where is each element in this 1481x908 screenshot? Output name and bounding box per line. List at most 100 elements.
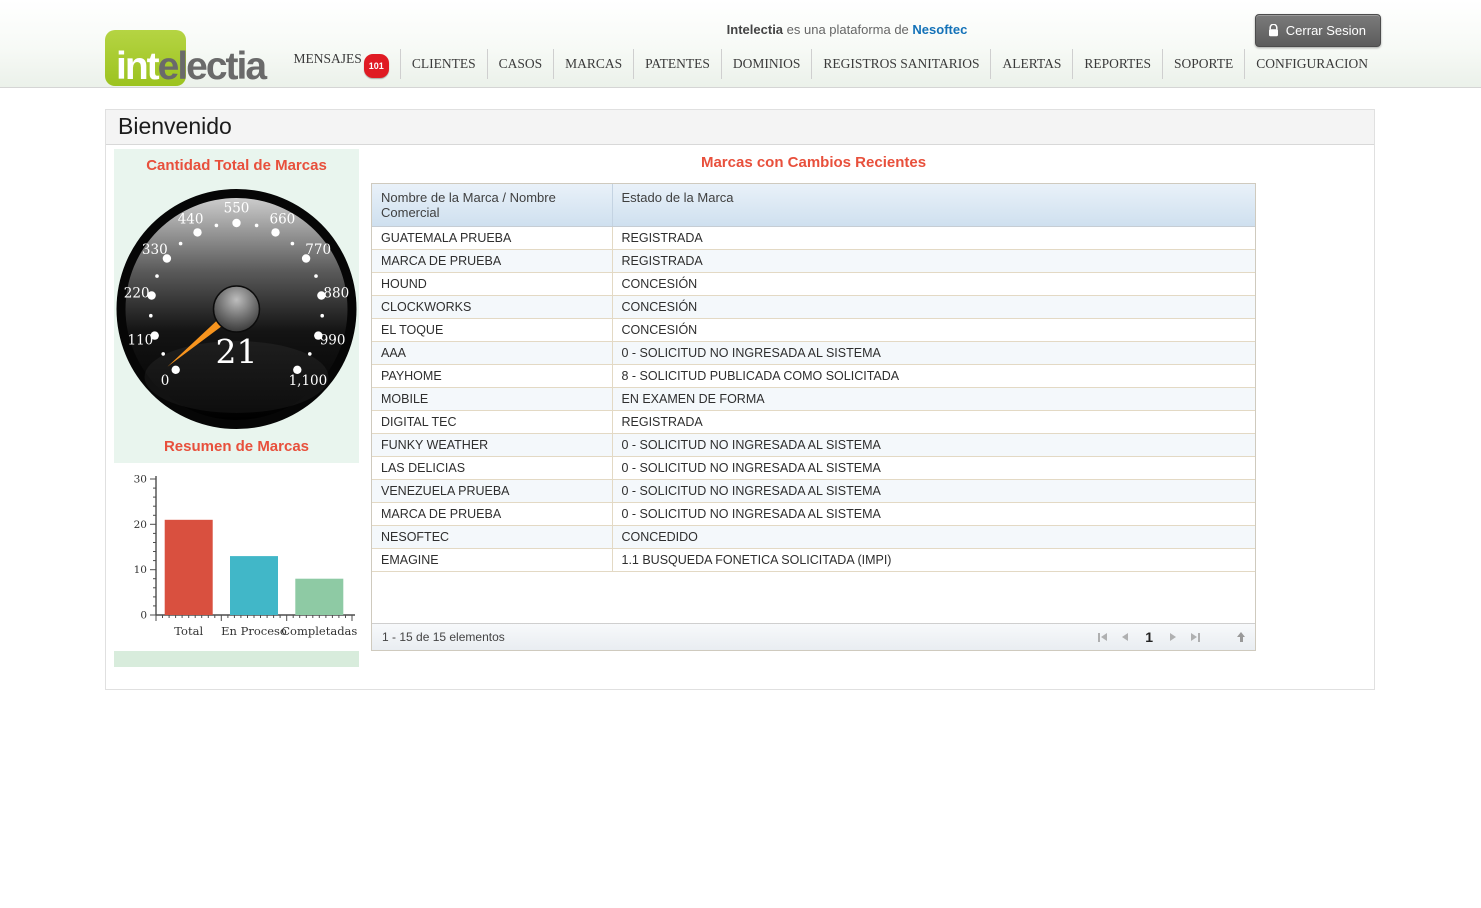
table-title: Marcas con Cambios Recientes xyxy=(371,154,1256,171)
table-row[interactable]: EL TOQUECONCESIÓN xyxy=(372,319,1255,342)
nav-item-label: PATENTES xyxy=(645,56,710,71)
cell-marca-estado: CONCESIÓN xyxy=(612,273,1255,296)
cell-marca-nombre: GUATEMALA PRUEBA xyxy=(372,227,612,250)
unread-count-badge: 101 xyxy=(364,54,389,78)
pager-controls: 1 xyxy=(1098,629,1245,645)
nav-item-mensajes[interactable]: MENSAJES101 xyxy=(283,44,400,83)
nav-item-label: REGISTROS SANITARIOS xyxy=(823,56,979,71)
table-row[interactable]: AAA0 - SOLICITUD NO INGRESADA AL SISTEMA xyxy=(372,342,1255,365)
cell-marca-estado: CONCESIÓN xyxy=(612,296,1255,319)
svg-text:330: 330 xyxy=(142,242,168,258)
nav-item-alertas[interactable]: ALERTAS xyxy=(990,49,1072,79)
page-title: Bienvenido xyxy=(118,113,1362,140)
logout-label: Cerrar Sesion xyxy=(1286,23,1366,38)
nav-item-registros-sanitarios[interactable]: REGISTROS SANITARIOS xyxy=(811,49,990,79)
table-row[interactable]: FUNKY WEATHER0 - SOLICITUD NO INGRESADA … xyxy=(372,434,1255,457)
cell-marca-estado: 0 - SOLICITUD NO INGRESADA AL SISTEMA xyxy=(612,480,1255,503)
cell-marca-nombre: HOUND xyxy=(372,273,612,296)
resumen-bar-chart: 0102030TotalEn ProcesoCompletadas xyxy=(114,463,359,651)
nav-item-label: REPORTES xyxy=(1084,56,1151,71)
pager-refresh-button[interactable] xyxy=(1237,632,1245,642)
cell-marca-nombre: MARCA DE PRUEBA xyxy=(372,503,612,526)
nav-item-dominios[interactable]: DOMINIOS xyxy=(721,49,812,79)
svg-text:0: 0 xyxy=(140,610,147,622)
table-row[interactable]: VENEZUELA PRUEBA0 - SOLICITUD NO INGRESA… xyxy=(372,480,1255,503)
tagline-middle: es una plataforma de xyxy=(783,22,912,37)
app-logo[interactable]: intelectia xyxy=(105,30,280,87)
pager-last-button[interactable] xyxy=(1191,633,1200,642)
tagline-vendor-link[interactable]: Nesoftec xyxy=(912,22,967,37)
table-row[interactable]: GUATEMALA PRUEBAREGISTRADA xyxy=(372,227,1255,250)
lock-icon xyxy=(1268,24,1279,37)
nav-item-reportes[interactable]: REPORTES xyxy=(1072,49,1162,79)
nav-item-label: MARCAS xyxy=(565,56,622,71)
nav-item-configuracion[interactable]: CONFIGURACION xyxy=(1244,49,1379,79)
nav-item-label: CONFIGURACION xyxy=(1256,56,1368,71)
nav-item-marcas[interactable]: MARCAS xyxy=(553,49,633,79)
nav-item-clientes[interactable]: CLIENTES xyxy=(400,49,487,79)
logout-button[interactable]: Cerrar Sesion xyxy=(1255,14,1381,47)
table-row[interactable]: MOBILEEN EXAMEN DE FORMA xyxy=(372,388,1255,411)
svg-text:990: 990 xyxy=(320,333,346,349)
app-header: intelectia Intelectia es una plataforma … xyxy=(0,0,1481,88)
logo-text: intelectia xyxy=(116,47,265,86)
gauge-title: Cantidad Total de Marcas xyxy=(114,157,359,174)
nav-item-casos[interactable]: CASOS xyxy=(487,49,554,79)
grid-empty-area xyxy=(372,571,1255,623)
pager-prev-button[interactable] xyxy=(1122,633,1128,641)
cell-marca-estado: REGISTRADA xyxy=(612,250,1255,273)
svg-text:770: 770 xyxy=(305,242,331,258)
marcas-grid: Nombre de la Marca / Nombre Comercial Es… xyxy=(371,183,1256,651)
column-header-estado[interactable]: Estado de la Marca xyxy=(612,184,1255,227)
cell-marca-estado: 8 - SOLICITUD PUBLICADA COMO SOLICITADA xyxy=(612,365,1255,388)
column-header-nombre[interactable]: Nombre de la Marca / Nombre Comercial xyxy=(372,184,612,227)
recent-changes-panel: Marcas con Cambios Recientes Nombre de l… xyxy=(371,149,1366,667)
grid-pager: 1 - 15 de 15 elementos 1 xyxy=(372,623,1255,650)
nav-item-label: DOMINIOS xyxy=(733,56,801,71)
svg-text:Total: Total xyxy=(174,624,203,638)
table-row[interactable]: DIGITAL TECREGISTRADA xyxy=(372,411,1255,434)
main-nav: MENSAJES101CLIENTESCASOSMARCASPATENTESDO… xyxy=(283,44,1379,83)
table-row[interactable]: CLOCKWORKSCONCESIÓN xyxy=(372,296,1255,319)
pager-next-button[interactable] xyxy=(1170,633,1176,641)
svg-text:0: 0 xyxy=(161,373,170,389)
cell-marca-estado: REGISTRADA xyxy=(612,227,1255,250)
panel-footer-strip xyxy=(114,651,359,667)
table-row[interactable]: LAS DELICIAS0 - SOLICITUD NO INGRESADA A… xyxy=(372,457,1255,480)
table-row[interactable]: PAYHOME8 - SOLICITUD PUBLICADA COMO SOLI… xyxy=(372,365,1255,388)
nav-item-label: ALERTAS xyxy=(1002,56,1061,71)
welcome-bar: Bienvenido xyxy=(106,110,1374,145)
table-row[interactable]: EMAGINE1.1 BUSQUEDA FONETICA SOLICITADA … xyxy=(372,549,1255,572)
svg-text:Completadas: Completadas xyxy=(281,624,357,638)
svg-text:440: 440 xyxy=(178,212,204,228)
nav-item-patentes[interactable]: PATENTES xyxy=(633,49,721,79)
table-row[interactable]: MARCA DE PRUEBA0 - SOLICITUD NO INGRESAD… xyxy=(372,503,1255,526)
cell-marca-estado: 0 - SOLICITUD NO INGRESADA AL SISTEMA xyxy=(612,342,1255,365)
cell-marca-nombre: FUNKY WEATHER xyxy=(372,434,612,457)
cell-marca-nombre: DIGITAL TEC xyxy=(372,411,612,434)
pager-first-button[interactable] xyxy=(1098,633,1107,642)
svg-text:21: 21 xyxy=(216,332,258,371)
pager-summary: 1 - 15 de 15 elementos xyxy=(382,630,505,644)
bar-chart-title: Resumen de Marcas xyxy=(114,436,359,463)
nav-item-soporte[interactable]: SOPORTE xyxy=(1162,49,1244,79)
cell-marca-nombre: NESOFTEC xyxy=(372,526,612,549)
cell-marca-estado: CONCEDIDO xyxy=(612,526,1255,549)
nav-item-label: MENSAJES xyxy=(294,51,362,66)
svg-text:20: 20 xyxy=(134,519,147,531)
cell-marca-nombre: EL TOQUE xyxy=(372,319,612,342)
cell-marca-estado: CONCESIÓN xyxy=(612,319,1255,342)
cell-marca-estado: 0 - SOLICITUD NO INGRESADA AL SISTEMA xyxy=(612,434,1255,457)
cell-marca-nombre: PAYHOME xyxy=(372,365,612,388)
table-row[interactable]: NESOFTECCONCEDIDO xyxy=(372,526,1255,549)
svg-text:10: 10 xyxy=(134,564,147,576)
nav-item-label: SOPORTE xyxy=(1174,56,1233,71)
pager-current-page[interactable]: 1 xyxy=(1143,629,1155,645)
cell-marca-nombre: VENEZUELA PRUEBA xyxy=(372,480,612,503)
table-row[interactable]: HOUNDCONCESIÓN xyxy=(372,273,1255,296)
platform-tagline: Intelectia es una plataforma de Nesoftec xyxy=(727,22,968,37)
table-row[interactable]: MARCA DE PRUEBAREGISTRADA xyxy=(372,250,1255,273)
cell-marca-estado: 1.1 BUSQUEDA FONETICA SOLICITADA (IMPI) xyxy=(612,549,1255,572)
svg-text:1,100: 1,100 xyxy=(289,373,328,389)
total-marcas-gauge: 01102203304405506607708809901,100 21 xyxy=(114,182,359,436)
